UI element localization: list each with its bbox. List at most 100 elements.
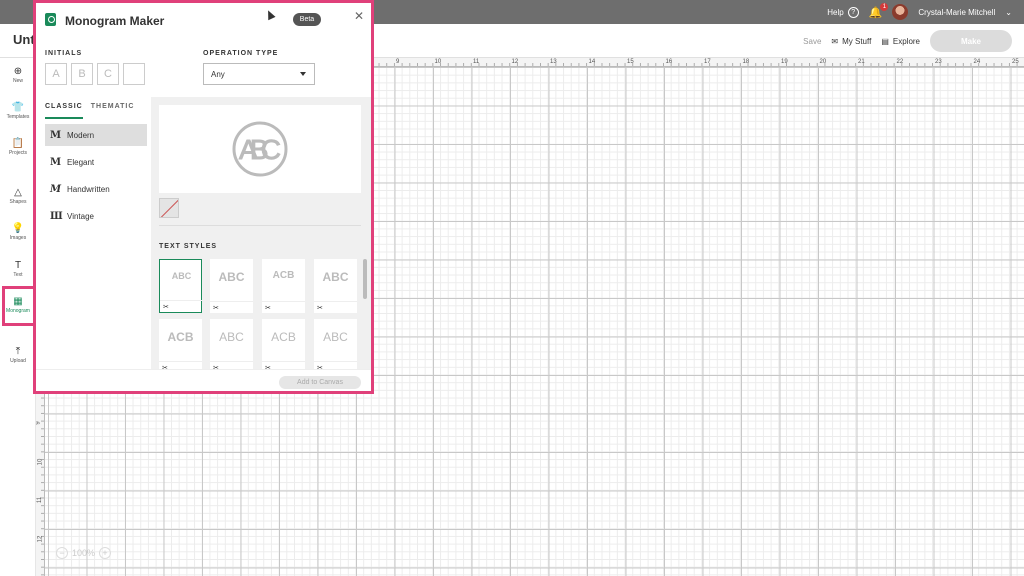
text-style-card[interactable]: ABC ✂ xyxy=(210,319,253,369)
sidebar-item-images[interactable]: 💡 Images xyxy=(0,223,36,241)
sidebar-item-shapes[interactable]: △ Shapes xyxy=(0,187,36,205)
notifications-bell-icon[interactable]: 🔔 1 xyxy=(869,2,889,19)
sidebar-item-projects[interactable]: 📋 Projects xyxy=(0,138,36,156)
monogram-maker-panel: Monogram Maker Beta ✕ INITIALS A B C OPE… xyxy=(33,0,374,394)
avatar[interactable] xyxy=(892,4,909,20)
tab-classic[interactable]: CLASSIC xyxy=(45,103,83,119)
scissors-icon: ✂ xyxy=(265,305,271,312)
monogram-logo-icon xyxy=(45,13,56,26)
initial-input-2[interactable]: B xyxy=(71,63,93,85)
ruler-top-tick: 23 xyxy=(935,59,942,65)
clipboard-icon: 📋 xyxy=(11,138,25,149)
monogram-highlight-frame xyxy=(2,286,37,326)
text-styles-grid: ABC ✂ ABC ✂ ACB ✂ ABC ✂ ACB ✂ ABC ✂ ACB … xyxy=(159,259,359,369)
text-style-sample: ABC xyxy=(171,271,192,281)
ruler-top-tick: 10 xyxy=(434,59,442,65)
text-style-card[interactable]: ACB ✂ xyxy=(262,319,305,369)
sidebar-item-new[interactable]: ⊕ New xyxy=(0,66,36,84)
text-style-sample: ABC xyxy=(218,270,245,284)
project-actions: Save ✉ My Stuff ▤ Explore Make xyxy=(803,29,1012,53)
text-style-footer: ✂ xyxy=(210,301,253,313)
ruler-left-tick: 9 xyxy=(35,421,42,425)
sidebar-item-label: Text xyxy=(13,272,23,278)
zoom-in-button[interactable]: + xyxy=(99,547,112,559)
text-style-footer: ✂ xyxy=(160,300,203,312)
modern-font-icon: M xyxy=(50,129,62,141)
explore-button[interactable]: ▤ Explore xyxy=(881,37,920,46)
sidebar-item-label: Projects xyxy=(8,150,28,156)
text-style-sample: ABC xyxy=(219,330,244,344)
vintage-font-icon: Ш xyxy=(50,210,63,222)
text-style-card[interactable]: ABC ✂ xyxy=(210,259,253,313)
beta-badge: Beta xyxy=(293,13,321,26)
operation-type-label: OPERATION TYPE xyxy=(203,50,279,57)
font-category-list: M Modern M Elegant M Handwritten Ш Vinta… xyxy=(45,124,147,232)
text-style-card[interactable]: ABC ✂ xyxy=(159,259,203,313)
scissors-icon: ✂ xyxy=(317,305,323,312)
ruler-top-tick: 24 xyxy=(973,59,981,65)
sidebar-item-text[interactable]: T Text xyxy=(0,260,36,278)
ruler-left-tick: 12 xyxy=(37,535,44,542)
plus-circle-icon: ⊕ xyxy=(13,66,23,77)
font-category-label: Vintage xyxy=(67,211,94,221)
zoom-out-button[interactable]: − xyxy=(56,547,68,559)
text-styles-label: TEXT STYLES xyxy=(159,243,218,250)
shapes-icon: △ xyxy=(14,187,22,198)
my-stuff-button[interactable]: ✉ My Stuff xyxy=(831,37,871,46)
mouse-cursor-icon xyxy=(264,8,276,21)
initial-input-4[interactable] xyxy=(123,63,145,85)
text-style-card[interactable]: ABC ✂ xyxy=(314,319,357,369)
font-category-vintage[interactable]: Ш Vintage xyxy=(45,205,147,227)
help-link[interactable]: Help ? xyxy=(827,6,859,18)
ruler-top-tick: 11 xyxy=(473,59,480,65)
user-name[interactable]: Crystal-Marie Mitchell xyxy=(918,8,995,17)
text-style-footer: ✂ xyxy=(262,301,305,313)
sidebar-item-label: Images xyxy=(9,235,27,241)
text-style-footer: ✂ xyxy=(262,361,305,369)
ruler-top-tick: 14 xyxy=(588,59,596,65)
font-category-handwritten[interactable]: M Handwritten xyxy=(45,178,147,200)
initials-label: INITIALS xyxy=(45,50,83,57)
sidebar-item-label: Upload xyxy=(10,358,26,364)
text-style-footer: ✂ xyxy=(314,361,357,369)
text-style-footer: ✂ xyxy=(159,361,202,369)
text-style-sample: ACB xyxy=(271,330,296,344)
ruler-left-tick: 10 xyxy=(37,458,44,465)
add-to-canvas-button[interactable]: Add to Canvas xyxy=(279,376,361,389)
scissors-icon: ✂ xyxy=(163,304,169,311)
scissors-icon: ✂ xyxy=(213,305,219,312)
text-style-sample: ABC xyxy=(322,270,349,284)
text-style-sample: ABC xyxy=(323,330,348,344)
close-icon[interactable]: ✕ xyxy=(354,9,364,23)
shirt-icon: 👕 xyxy=(11,102,25,113)
text-style-card[interactable]: ACB ✂ xyxy=(159,319,202,369)
chevron-down-icon[interactable]: ⌄ xyxy=(1005,8,1012,17)
save-button[interactable]: Save xyxy=(803,37,821,46)
text-style-card[interactable]: ACB ✂ xyxy=(262,259,305,313)
zoom-control: − 100% + xyxy=(56,546,112,560)
panel-footer: Add to Canvas xyxy=(36,369,371,391)
sidebar-item-templates[interactable]: 👕 Templates xyxy=(0,102,36,120)
text-style-card[interactable]: ABC ✂ xyxy=(314,259,357,313)
text-style-footer: ✂ xyxy=(210,361,253,369)
help-label: Help xyxy=(827,7,844,17)
color-swatch-none[interactable] xyxy=(159,198,179,218)
ruler-top-tick: 9 xyxy=(396,59,400,65)
font-category-elegant[interactable]: M Elegant xyxy=(45,151,147,173)
make-button[interactable]: Make xyxy=(930,30,1012,52)
tab-thematic[interactable]: THEMATIC xyxy=(91,103,135,119)
zoom-value: 100% xyxy=(72,548,96,558)
operation-type-select[interactable]: Any xyxy=(203,63,315,85)
styles-scrollbar[interactable] xyxy=(363,259,367,299)
monogram-preview: ABC xyxy=(159,105,361,193)
initial-input-1[interactable]: A xyxy=(45,63,67,85)
ruler-top-tick: 22 xyxy=(896,59,904,65)
font-category-label: Modern xyxy=(67,130,95,140)
sidebar-item-upload[interactable]: ⤒ Upload xyxy=(0,346,36,364)
sidebar-item-label: New xyxy=(12,78,23,84)
panel-header: Monogram Maker Beta ✕ xyxy=(36,3,371,37)
text-style-sample: ACB xyxy=(272,270,295,281)
initial-input-3[interactable]: C xyxy=(97,63,119,85)
upload-icon: ⤒ xyxy=(15,346,21,357)
font-category-modern[interactable]: M Modern xyxy=(45,124,147,146)
